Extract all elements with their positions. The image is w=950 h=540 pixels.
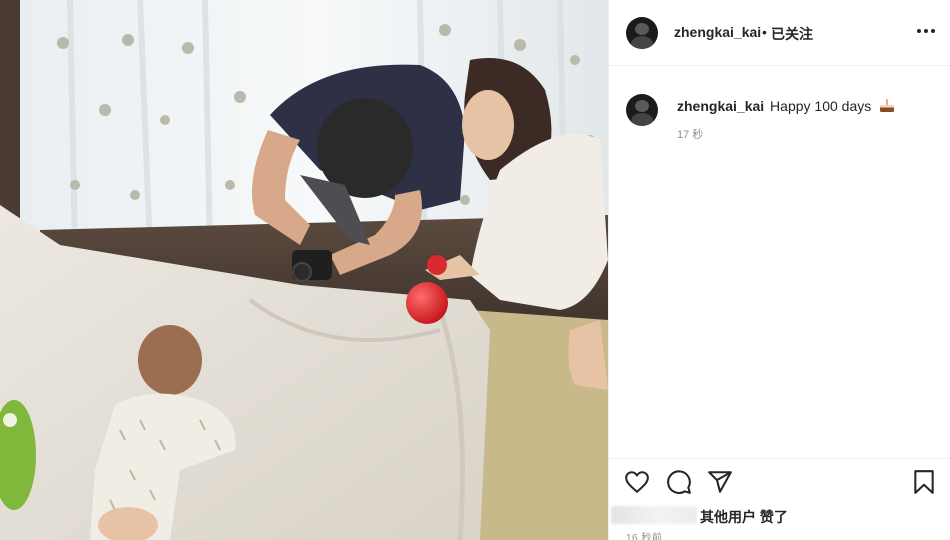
post-photo[interactable] [0,0,608,540]
caption-avatar[interactable] [626,94,658,126]
avatar[interactable] [626,17,658,49]
more-horizontal-icon[interactable] [917,26,935,36]
share-button[interactable] [707,469,735,497]
separator-dot: • [762,24,767,40]
post-timestamp: 16 秒前 [626,533,663,540]
post-actions: 其他用户 赞了 16 秒前 [609,458,950,540]
likes-text[interactable]: 其他用户 赞了 [700,507,788,527]
header-username[interactable]: zhengkai_kai [674,24,761,40]
likes-summary: 其他用户 赞了 [609,505,950,525]
post-header: zhengkai_kai • 已关注 [609,0,950,66]
birthday-cake-icon [880,99,895,112]
blurred-username [611,506,697,524]
post-side-panel: zhengkai_kai • 已关注 zhengkai_kai Happy 10… [608,0,950,540]
following-status[interactable]: 已关注 [771,24,813,44]
like-button[interactable] [624,469,652,497]
caption-line: zhengkai_kai Happy 100 days [677,98,895,114]
bookmark-icon [914,470,934,494]
save-button[interactable] [911,469,939,497]
comment-icon [667,470,691,494]
comment-button[interactable] [666,469,694,497]
caption-timestamp: 17 秒 [677,129,704,141]
heart-icon [625,471,649,493]
share-icon [708,471,732,493]
caption-text: Happy 100 days [770,98,872,114]
caption-username[interactable]: zhengkai_kai [677,98,764,114]
family-photo-illustration [0,0,608,540]
